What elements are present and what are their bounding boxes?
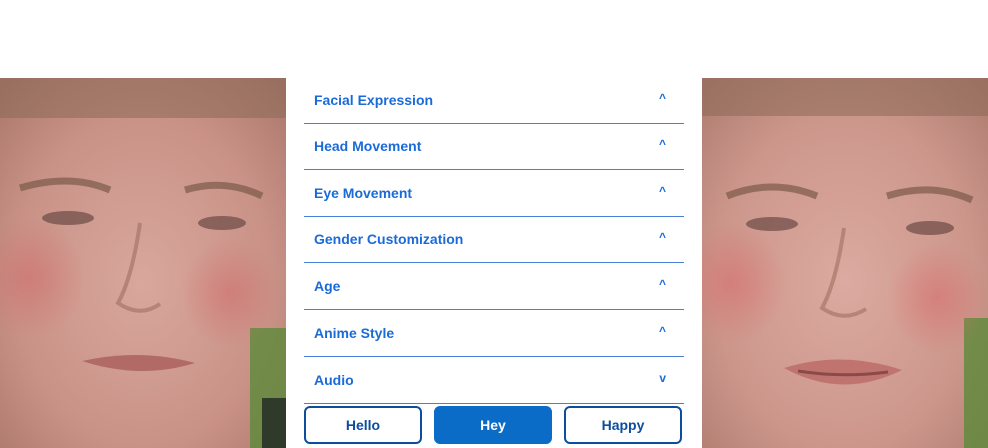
result-face-image — [702, 78, 988, 448]
chevron-down-icon[interactable]: v — [659, 371, 666, 385]
section-eye-movement[interactable]: Eye Movement ^ — [304, 171, 684, 217]
chevron-up-icon[interactable]: ^ — [659, 324, 666, 338]
result-face-graphic — [702, 78, 988, 448]
section-label: Facial Expression — [314, 92, 434, 108]
section-facial-expression[interactable]: Facial Expression ^ — [304, 78, 684, 124]
source-face-image — [0, 78, 286, 448]
chevron-up-icon[interactable]: ^ — [659, 137, 666, 151]
section-age[interactable]: Age ^ — [304, 264, 684, 310]
section-label: Head Movement — [314, 138, 422, 154]
section-audio[interactable]: Audio v — [304, 358, 684, 404]
section-label: Eye Movement — [314, 185, 413, 201]
audio-options: Hello Hey Happy — [304, 405, 684, 448]
section-label: Audio — [314, 372, 354, 388]
hello-button[interactable]: Hello — [304, 406, 422, 444]
section-gender-customization[interactable]: Gender Customization ^ — [304, 217, 684, 263]
happy-button[interactable]: Happy — [564, 406, 682, 444]
chevron-up-icon[interactable]: ^ — [659, 277, 666, 291]
hey-button[interactable]: Hey — [434, 406, 552, 444]
section-label: Anime Style — [314, 325, 395, 341]
section-anime-style[interactable]: Anime Style ^ — [304, 311, 684, 357]
source-face-graphic — [0, 78, 286, 448]
chevron-up-icon[interactable]: ^ — [659, 230, 666, 244]
chevron-up-icon[interactable]: ^ — [659, 184, 666, 198]
section-label: Age — [314, 278, 341, 294]
attribute-controls-panel: Facial Expression ^ Head Movement ^ Eye … — [304, 78, 684, 448]
section-label: Gender Customization — [314, 231, 464, 247]
chevron-up-icon[interactable]: ^ — [659, 91, 666, 105]
section-head-movement[interactable]: Head Movement ^ — [304, 124, 684, 170]
